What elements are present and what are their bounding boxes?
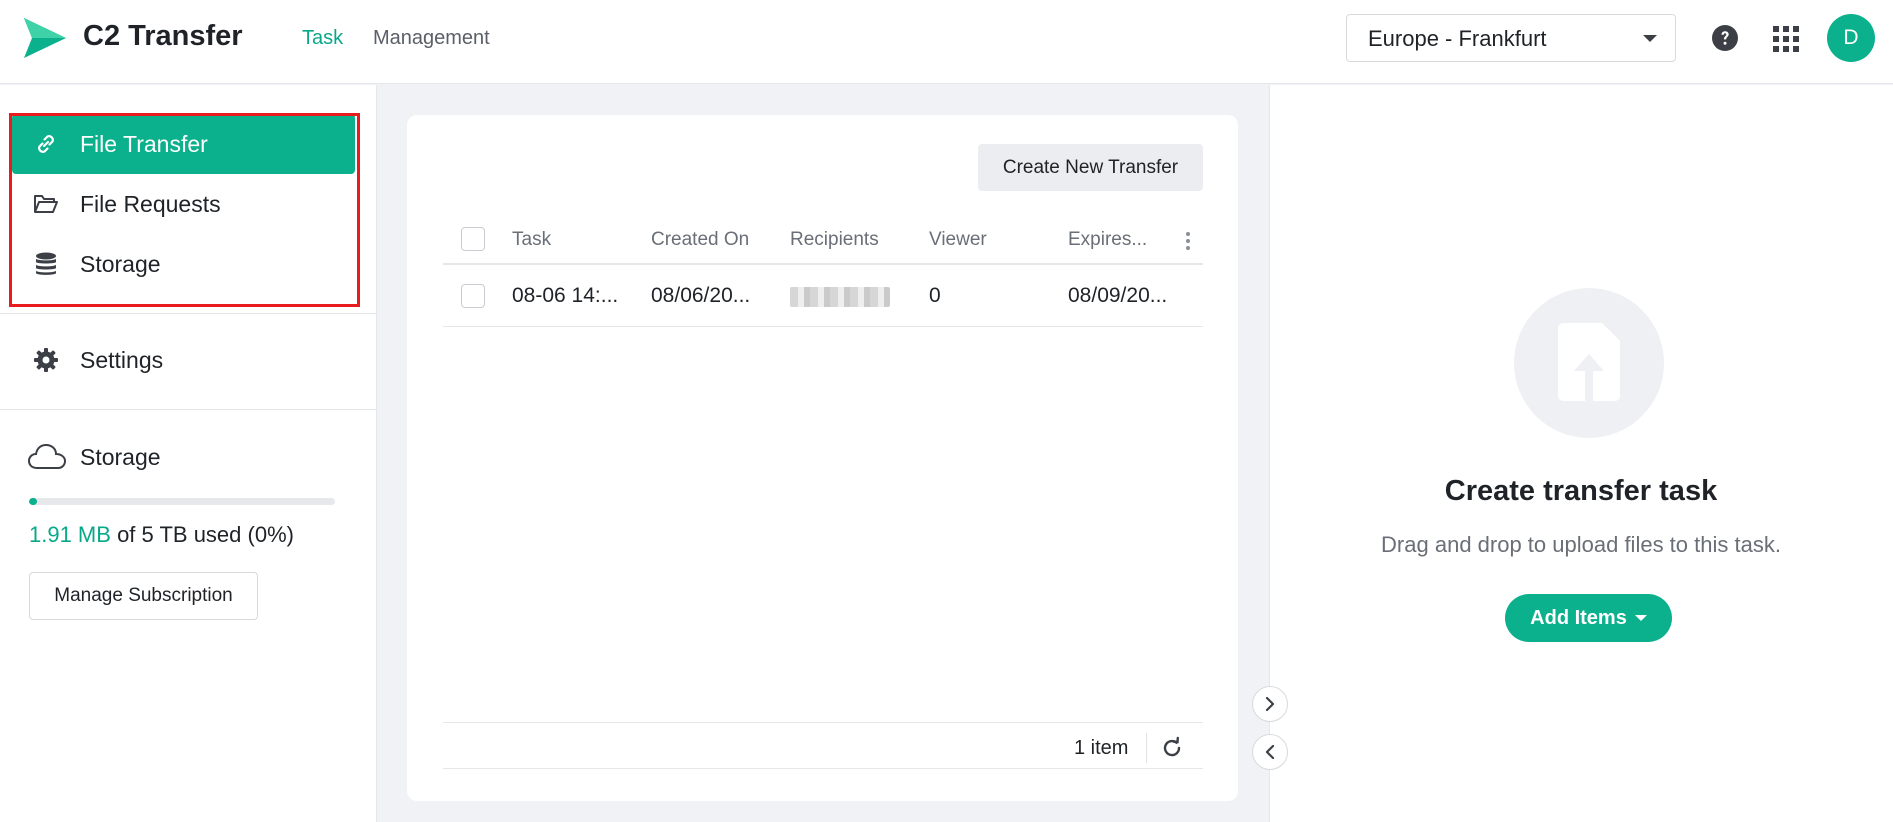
region-select[interactable]: Europe - Frankfurt xyxy=(1346,14,1676,62)
column-header-expires[interactable]: Expires... xyxy=(1068,229,1147,251)
collapse-panel-button[interactable] xyxy=(1252,734,1288,770)
storage-usage-fill xyxy=(29,498,37,505)
sidebar-item-storage[interactable]: Storage xyxy=(12,234,355,294)
column-header-task[interactable]: Task xyxy=(512,229,551,251)
table-header-divider xyxy=(443,263,1203,265)
table-cell-recipients-redacted xyxy=(790,287,890,307)
link-icon xyxy=(38,135,54,153)
database-icon xyxy=(36,252,56,275)
select-all-checkbox[interactable] xyxy=(461,227,485,251)
chevron-left-icon xyxy=(1265,745,1275,759)
sidebar-item-file-transfer[interactable]: File Transfer xyxy=(12,114,355,174)
storage-title: Storage xyxy=(80,444,161,470)
sidebar-divider xyxy=(0,409,376,410)
table-cell-created-on: 08/06/20... xyxy=(651,284,751,307)
column-header-created-on[interactable]: Created On xyxy=(651,229,749,251)
storage-used-value: 1.91 MB xyxy=(29,522,111,547)
footer-separator xyxy=(1146,733,1147,763)
create-new-transfer-button[interactable]: Create New Transfer xyxy=(978,144,1203,191)
sidebar-item-file-requests[interactable]: File Requests xyxy=(12,174,355,234)
sidebar-item-label: Storage xyxy=(80,251,161,277)
task-list-card xyxy=(407,115,1238,801)
sidebar-divider xyxy=(0,313,376,314)
app-grid-icon[interactable] xyxy=(1773,26,1799,52)
table-row-divider xyxy=(443,326,1203,327)
chevron-right-icon xyxy=(1265,697,1275,711)
column-header-recipients[interactable]: Recipients xyxy=(790,229,879,251)
table-cell-task[interactable]: 08-06 14:... xyxy=(512,284,618,308)
help-icon[interactable] xyxy=(1711,24,1739,52)
sidebar-item-label: File Requests xyxy=(80,191,221,217)
storage-total-text: of 5 TB used (0%) xyxy=(117,522,294,547)
item-count: 1 item xyxy=(1074,737,1129,759)
top-header: C2 Transfer Task Management Europe - Fra… xyxy=(0,0,1893,84)
file-upload-icon xyxy=(1558,323,1620,401)
caret-down-icon xyxy=(1634,615,1647,622)
add-items-button[interactable]: Add Items xyxy=(1505,594,1672,642)
c2-transfer-logo-icon xyxy=(24,18,66,58)
app-title: C2 Transfer xyxy=(83,20,243,52)
row-checkbox[interactable] xyxy=(461,284,485,308)
create-task-title: Create transfer task xyxy=(1444,475,1718,507)
tab-management[interactable]: Management xyxy=(373,27,490,50)
user-avatar[interactable]: D xyxy=(1827,14,1875,62)
region-select-value: Europe - Frankfurt xyxy=(1368,26,1547,51)
caret-down-icon xyxy=(1643,35,1657,42)
storage-usage-bar xyxy=(29,498,335,505)
expand-panel-button[interactable] xyxy=(1252,686,1288,722)
tab-task[interactable]: Task xyxy=(302,27,343,50)
cloud-icon xyxy=(28,443,66,469)
create-task-panel xyxy=(1269,85,1893,822)
storage-usage-text: 1.91 MB of 5 TB used (0%) xyxy=(29,522,294,548)
sidebar-item-label: Settings xyxy=(80,347,164,373)
refresh-icon[interactable] xyxy=(1160,736,1184,760)
create-task-description: Drag and drop to upload files to this ta… xyxy=(1381,532,1781,557)
column-header-viewer[interactable]: Viewer xyxy=(929,229,987,251)
sidebar-item-settings[interactable]: Settings xyxy=(12,330,355,390)
table-bottom-divider xyxy=(443,768,1203,769)
sidebar-item-label: File Transfer xyxy=(80,131,208,157)
table-cell-viewer: 0 xyxy=(929,284,941,307)
column-options-icon[interactable] xyxy=(1185,230,1191,252)
folder-open-icon xyxy=(34,195,58,213)
gear-icon xyxy=(34,348,58,372)
table-footer-divider xyxy=(443,722,1203,723)
manage-subscription-button[interactable]: Manage Subscription xyxy=(29,572,258,620)
table-cell-expires: 08/09/20... xyxy=(1068,284,1168,307)
add-items-label: Add Items xyxy=(1530,606,1627,629)
